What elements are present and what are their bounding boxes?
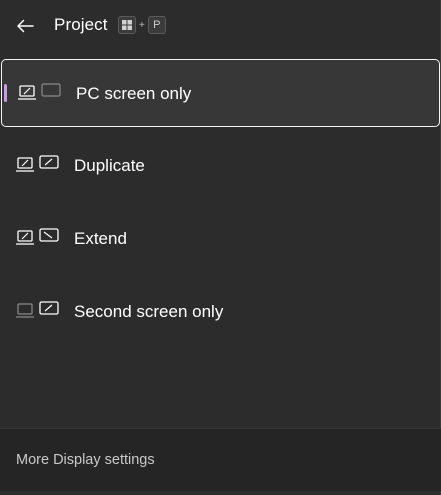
windows-key (118, 16, 136, 34)
selection-indicator (4, 84, 7, 102)
more-display-settings-link[interactable]: More Display settings (16, 452, 155, 468)
option-duplicate[interactable]: Duplicate (0, 132, 441, 200)
option-extend[interactable]: Extend (0, 205, 441, 273)
header: Project + P (0, 0, 441, 54)
option-pc-screen-only[interactable]: PC screen only (1, 59, 440, 127)
second-screen-only-icon (16, 301, 59, 318)
back-button[interactable] (10, 11, 40, 41)
p-key: P (147, 16, 166, 34)
footer: More Display settings (0, 428, 441, 491)
back-arrow-icon (17, 19, 34, 33)
option-second-screen-only[interactable]: Second screen only (0, 278, 441, 346)
option-label: Extend (74, 229, 127, 248)
option-label: Duplicate (74, 156, 145, 175)
windows-logo-icon (122, 20, 132, 30)
pc-screen-only-icon (18, 83, 61, 100)
option-label: Second screen only (74, 302, 224, 321)
keyboard-shortcut: + P (118, 16, 166, 34)
page-title: Project (54, 15, 108, 34)
shortcut-plus: + (139, 19, 145, 31)
extend-icon (16, 228, 59, 245)
duplicate-icon (16, 155, 59, 172)
project-panel: Project + P PC screen only Duplicate Ext… (0, 0, 441, 495)
option-label: PC screen only (76, 84, 192, 103)
